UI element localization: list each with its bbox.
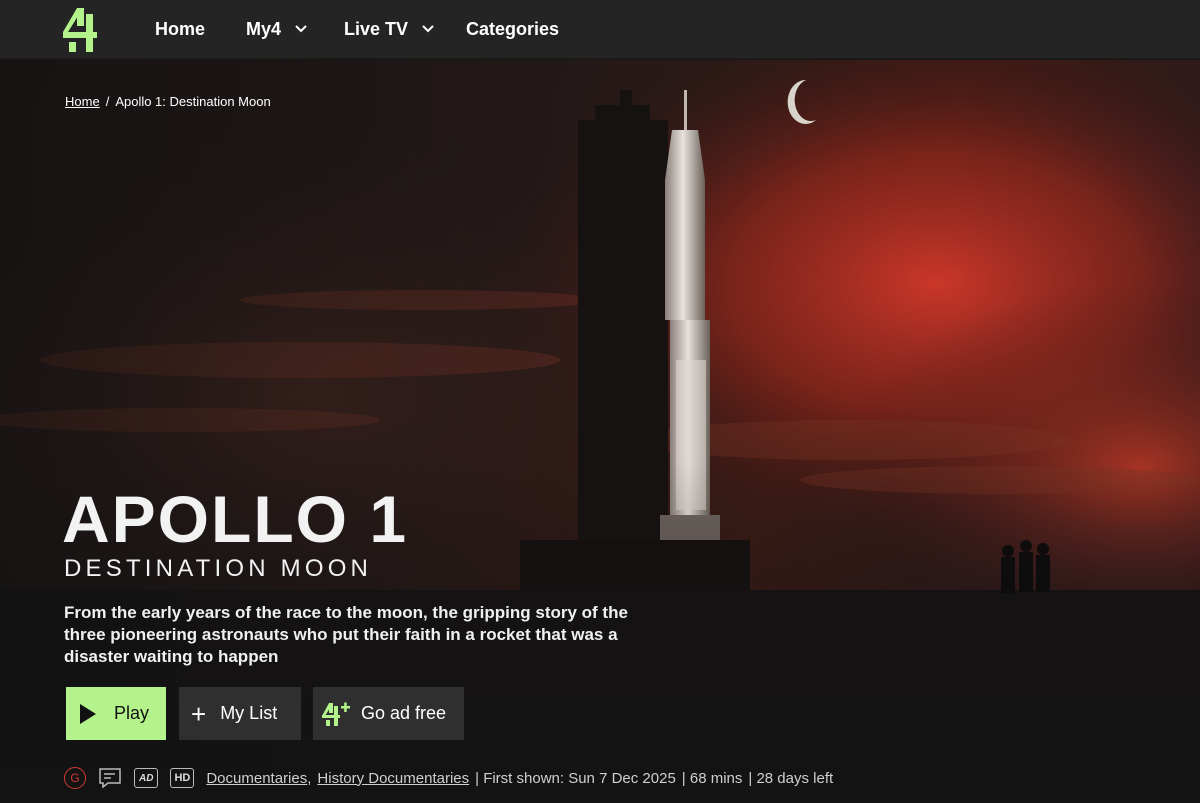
nav-categories-label: Categories (466, 18, 560, 39)
play-button-label: Play (114, 703, 150, 723)
programme-meta: G AD HD Documentaries , History Document… (64, 765, 833, 791)
programme-title: APOLLO 1 (62, 482, 409, 556)
chevron-down-icon (295, 25, 307, 33)
programme-description: From the early years of the race to the … (64, 603, 628, 666)
duration-text: | 68 mins (681, 769, 743, 787)
nav-home-label: Home (155, 18, 206, 39)
programme-subtitle: DESTINATION MOON (64, 555, 373, 582)
breadcrumb: Home / Apollo 1: Destination Moon (65, 94, 271, 109)
plus-icon: + (191, 698, 207, 729)
top-nav: Home My4 Live TV Categories (0, 0, 1200, 60)
audio-description-icon: AD (134, 768, 159, 788)
play-button[interactable]: Play (66, 687, 166, 740)
my-list-button[interactable]: + My List (179, 687, 301, 740)
nav-live-tv[interactable]: Live TV (344, 0, 436, 58)
nav-my4-label: My4 (246, 18, 282, 39)
nav-live-tv-label: Live TV (344, 18, 409, 39)
nav-home[interactable]: Home (155, 0, 205, 58)
genre-link-documentaries[interactable]: Documentaries (206, 770, 307, 787)
my-list-button-label: My List (220, 703, 278, 723)
genre-separator: , (307, 769, 312, 787)
breadcrumb-home-link[interactable]: Home (65, 94, 100, 109)
rating-g-icon: G (64, 767, 86, 789)
first-shown-text: | First shown: Sun 7 Dec 2025 (475, 769, 676, 787)
nav-my4[interactable]: My4 (246, 0, 309, 58)
chevron-down-icon (422, 25, 434, 33)
breadcrumb-separator: / (105, 94, 110, 109)
subtitles-icon (99, 768, 121, 789)
play-icon (80, 703, 96, 724)
go-ad-free-button-label: Go ad free (361, 703, 447, 723)
go-ad-free-button[interactable]: Go ad free (313, 687, 464, 740)
genre-link-history-documentaries[interactable]: History Documentaries (317, 770, 469, 787)
nav-categories[interactable]: Categories (466, 0, 559, 58)
hd-icon: HD (170, 768, 195, 788)
breadcrumb-current: Apollo 1: Destination Moon (115, 94, 271, 109)
channel4-plus-icon (322, 702, 350, 726)
availability-text: | 28 days left (748, 769, 834, 787)
channel4-logo-icon[interactable] (60, 6, 100, 54)
